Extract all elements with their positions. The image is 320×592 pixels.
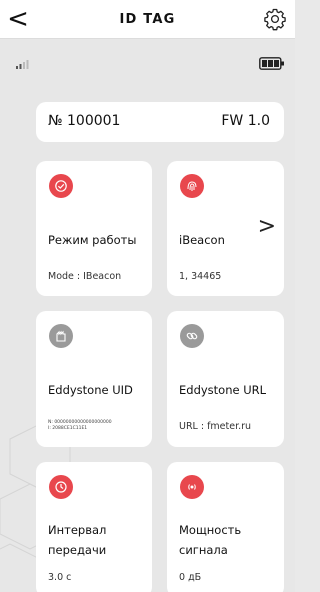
- link-icon: [180, 324, 204, 348]
- eddystone-url-value: URL : fmeter.ru: [179, 421, 252, 432]
- broadcast-icon: [180, 475, 204, 499]
- interval-value: 3.0 с: [48, 572, 72, 583]
- ibeacon-value: 1, 34465: [179, 271, 222, 282]
- signal-bars-icon: [16, 60, 29, 69]
- gear-icon[interactable]: [263, 7, 287, 31]
- eddystone-url-title: Eddystone URL: [179, 383, 267, 397]
- power-value: 0 дБ: [179, 572, 202, 583]
- chevron-right-icon[interactable]: >: [258, 214, 276, 239]
- mode-title: Режим работы: [48, 233, 137, 247]
- building-icon: [49, 324, 73, 348]
- ibeacon-card[interactable]: iBeacon 1, 34465 >: [167, 161, 284, 296]
- device-dashboard: № 100001 FW 1.0 Режим работы Mode : IBea…: [0, 39, 295, 592]
- power-title-line1: Мощность: [179, 523, 242, 537]
- battery-icon: [259, 57, 284, 70]
- ibeacon-title: iBeacon: [179, 233, 225, 247]
- device-id-card: № 100001 FW 1.0: [36, 102, 284, 142]
- top-app-bar: < ID TAG: [0, 0, 295, 39]
- mode-value: Mode : IBeacon: [48, 271, 122, 282]
- fingerprint-icon: [180, 174, 204, 198]
- eddystone-uid-card[interactable]: Eddystone UID N: 00000000000000000000 I:…: [36, 311, 152, 447]
- power-title-line2: сигнала: [179, 543, 228, 557]
- firmware-version: FW 1.0: [221, 113, 270, 129]
- interval-card[interactable]: Интервал передачи 3.0 с: [36, 462, 152, 592]
- mode-card[interactable]: Режим работы Mode : IBeacon: [36, 161, 152, 296]
- interval-title-line2: передачи: [48, 543, 107, 557]
- eddystone-instance: I: 2088CE1C11E1: [48, 426, 88, 431]
- page-title: ID TAG: [119, 12, 176, 27]
- device-number: № 100001: [48, 113, 121, 129]
- eddystone-namespace: N: 00000000000000000000: [48, 420, 112, 425]
- eddystone-uid-title: Eddystone UID: [48, 383, 133, 397]
- power-card[interactable]: Мощность сигнала 0 дБ: [167, 462, 284, 592]
- eddystone-url-card[interactable]: Eddystone URL URL : fmeter.ru: [167, 311, 284, 447]
- clock-icon: [49, 475, 73, 499]
- check-circle-icon: [49, 174, 73, 198]
- interval-title-line1: Интервал: [48, 523, 107, 537]
